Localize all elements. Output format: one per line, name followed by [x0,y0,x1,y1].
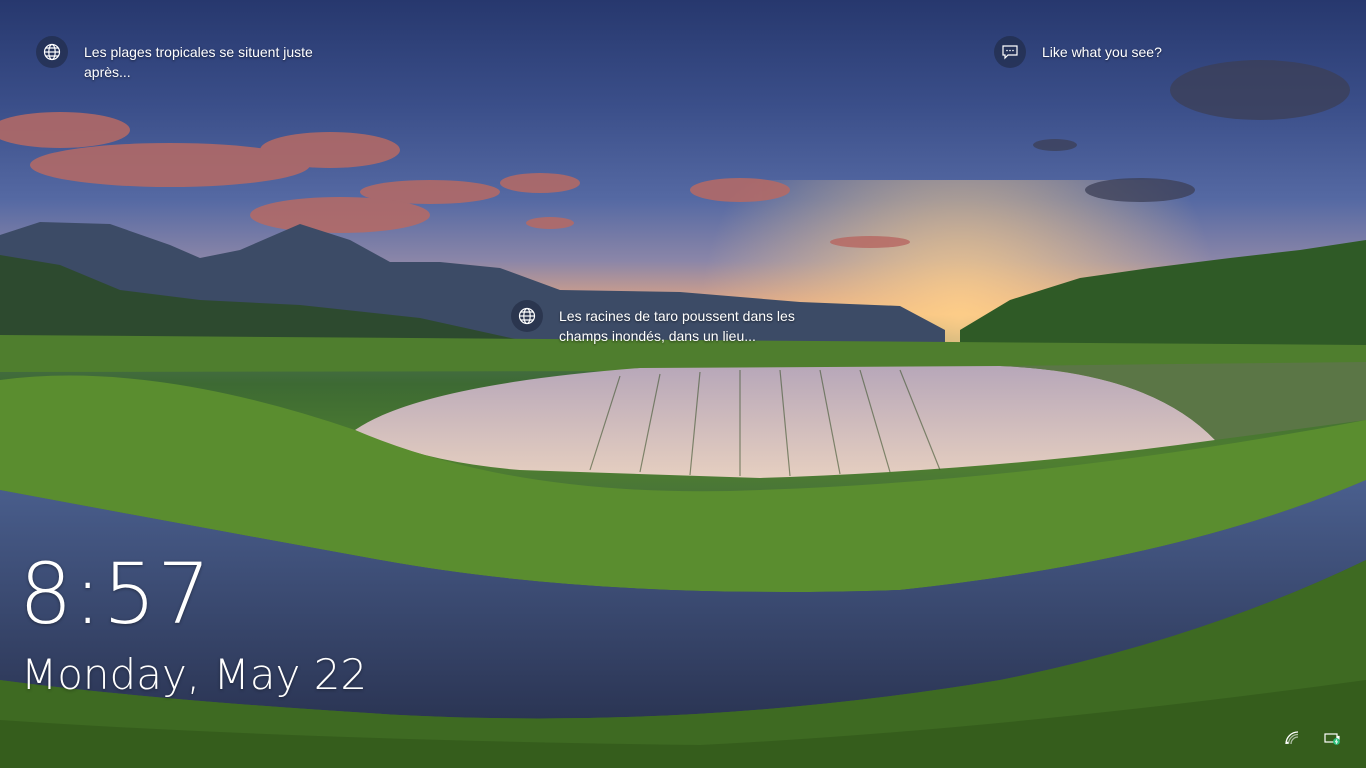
spotlight-hotspot-beaches[interactable]: Les plages tropicales se situent juste a… [36,36,336,82]
lock-date: Monday, May 22 [21,650,368,699]
lock-time: 8:57 [19,545,212,643]
spotlight-hotspot-taro[interactable]: Les racines de taro poussent dans les ch… [511,300,821,346]
chat-bubble-icon [994,36,1026,68]
spotlight-feedback[interactable]: Like what you see? [994,36,1194,68]
feedback-text: Like what you see? [1042,44,1162,60]
battery-charging-icon[interactable] [1323,728,1343,748]
spotlight-hotspot-text: Les plages tropicales se situent juste a… [84,44,313,80]
spotlight-hotspot-text: Les racines de taro poussent dans les ch… [559,308,795,344]
wifi-icon[interactable] [1282,728,1302,748]
globe-icon [511,300,543,332]
globe-icon [36,36,68,68]
